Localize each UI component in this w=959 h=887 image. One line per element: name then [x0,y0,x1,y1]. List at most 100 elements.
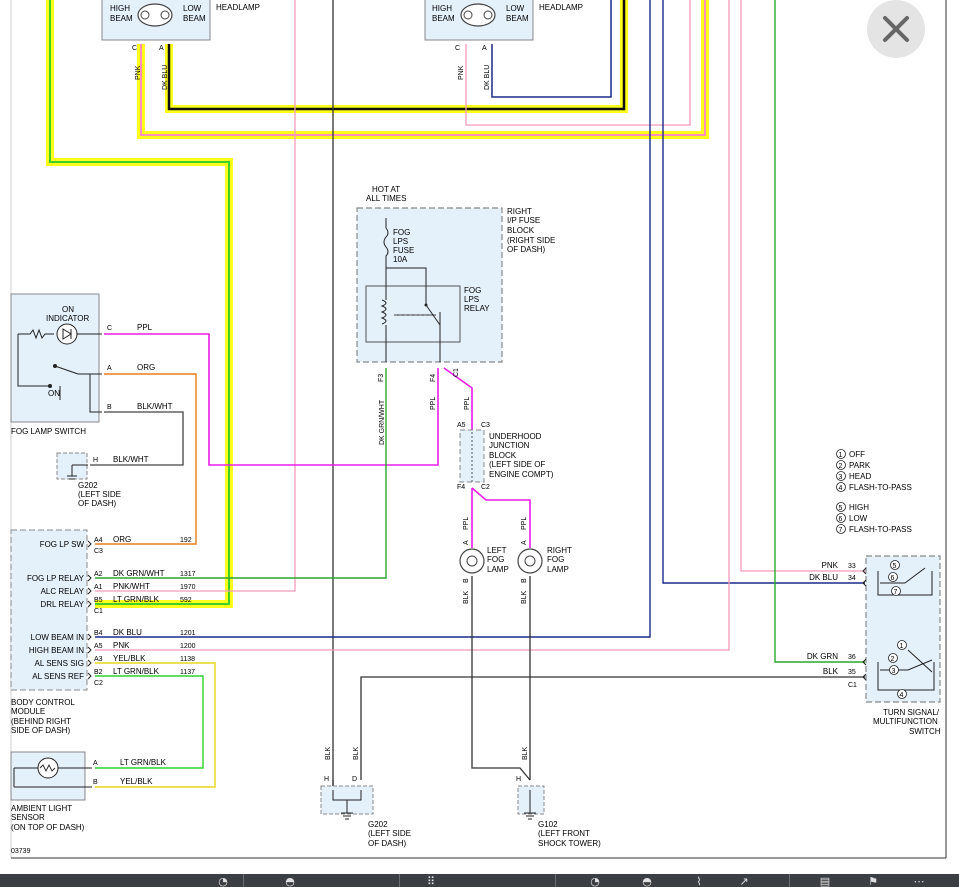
right-fog-pin-b: B [521,578,528,583]
legend-number: 2 [839,463,843,470]
fog-switch-wire-ppl: PPL [137,323,153,332]
turn-switch-title-2: MULTIFUNCTION [873,717,938,726]
g102-wire-blk: BLK [522,746,529,760]
bcm-row-wire: LT GRN/BLK [113,595,160,604]
legend-item: 1 OFF [836,449,865,459]
right-headlamp-pin-a: A [482,45,487,52]
fuse-pin-f3: F3 [378,374,385,382]
fuse-hot-line1: HOT AT [372,185,400,194]
fog-switch-on-indicator-1: ON [62,305,74,314]
bcm-row-pin: B5 [94,597,103,604]
share-icon[interactable]: ↗ [737,876,751,887]
right-headlamp-title: HEADLAMP [539,3,583,12]
bcm-row-circuit: 1201 [180,630,196,637]
more-icon[interactable]: ⋯ [912,876,926,887]
bcm-row-pin: A2 [94,571,103,578]
bcm-row-wire: PNK [113,641,130,650]
legend-text: FLASH-TO-PASS [849,483,912,492]
fuse-wire-ppl-left: PPL [430,397,437,410]
bcm-title-3: (BEHIND RIGHT [11,717,71,726]
fuse-block-title-5: OF DASH) [507,245,546,254]
legend-text: HEAD [849,472,871,481]
fuse-block-title-1: RIGHT [507,207,532,216]
bcm-row-pin: B4 [94,630,103,637]
legend-item: 3 HEAD [836,471,871,481]
right-headlamp-beam: BEAM [432,14,455,23]
legend-number: 7 [839,527,843,534]
g102-label-3: SHOCK TOWER) [538,839,601,848]
turn-switch-row-wire: DK GRN [807,652,838,661]
bcm-row-circuit: 1137 [180,669,195,676]
underhood-pin-a5: A5 [457,422,466,429]
search-icon[interactable]: ◔ [588,876,602,887]
fog-switch-wire-org: ORG [137,363,155,372]
relay-label-3: RELAY [464,304,490,313]
bcm-row-wire: PNK/WHT [113,582,150,591]
legend-text: FLASH-TO-PASS [849,525,912,534]
legend-text: HIGH [849,503,869,512]
bcm-row-wire: LT GRN/BLK [113,667,160,676]
bcm-row-label: FOG LP RELAY [27,574,85,583]
bcm-row-circuit: 1138 [180,656,195,663]
underhood-title-5: ENGINE COMPT) [489,470,554,479]
fuse-label-1: FOG [393,228,410,237]
right-headlamp-wire-pnk: PNK [458,65,465,80]
svg-text:7: 7 [894,589,898,596]
wiring-diagram: HIGH BEAM LOW BEAM HEADLAMP C A PNK DK B… [0,0,959,887]
left-headlamp-pin-c: C [132,45,137,52]
zoom-out-icon[interactable]: ◓ [283,876,297,887]
close-button[interactable] [867,0,925,58]
fuse-hot-line2: ALL TIMES [366,194,406,203]
grid-icon[interactable]: ⠿ [424,876,438,887]
grid-icon[interactable]: ▤ [818,876,832,887]
left-fog-wire-ppl: PPL [463,517,470,530]
right-headlamp-wire-dkblu: DK BLU [484,65,491,90]
left-fog-label-3: LAMP [487,565,509,574]
underhood-pin-c3: C3 [481,422,490,429]
g202-upper-label-3: OF DASH) [78,499,117,508]
g202-upper-label-1: G202 [78,481,98,490]
fog-switch-wire-blkwht-2: BLK/WHT [113,455,149,464]
turn-switch-row-wire: PNK [822,561,839,570]
left-fog-wire-blk: BLK [463,590,470,604]
fuse-block-title-3: BLOCK [507,226,535,235]
legend-number: 3 [839,474,843,481]
fuse-label-4: 10A [393,255,408,264]
bcm-row-label: AL SENS SIG [35,659,85,668]
bcm-row-label: FOG LP SW [40,540,85,549]
legend-item: 2 PARK [836,460,871,470]
right-headlamp-beam2: BEAM [506,14,529,23]
search-icon[interactable]: ◓ [640,876,654,887]
tag-icon[interactable]: ⌇ [692,876,706,887]
turn-switch-row-pin: 35 [848,669,856,676]
ambient-pin-b: B [93,779,98,786]
g202-pin-d: D [352,776,357,783]
fog-switch-title: FOG LAMP SWITCH [11,427,86,436]
ambient-title-2: SENSOR [11,813,45,822]
svg-text:4: 4 [900,692,904,699]
bcm-title-2: MODULE [11,707,45,716]
ambient-wire-ltgrnblk: LT GRN/BLK [120,758,167,767]
g202-lower-label-1: G202 [368,820,388,829]
right-headlamp-pin-c: C [455,45,460,52]
left-headlamp-pin-a: A [159,45,164,52]
svg-text:3: 3 [892,668,896,675]
right-headlamp-low: LOW [506,4,525,13]
zoom-in-icon[interactable]: ◔ [216,876,230,887]
turn-switch-row-wire: BLK [823,667,839,676]
turn-switch-row-wire: DK BLU [809,573,838,582]
svg-text:2: 2 [891,656,895,663]
flag-icon[interactable]: ⚑ [866,876,880,887]
turn-switch-row-pin: 33 [848,563,856,570]
svg-text:5: 5 [893,563,897,570]
g202-pin-h: H [324,776,329,783]
fuse-pin-f4: F4 [430,374,437,382]
underhood-title-4: (LEFT SIDE OF [489,460,545,469]
underhood-pin-f4: F4 [457,484,465,491]
close-icon [883,16,909,42]
g202-wire-blk-1: BLK [325,746,332,760]
bcm-row-circuit: 1200 [180,643,196,650]
right-fog-label-3: LAMP [547,565,569,574]
left-headlamp-title: HEADLAMP [216,3,260,12]
g202-lower-label-3: OF DASH) [368,839,407,848]
